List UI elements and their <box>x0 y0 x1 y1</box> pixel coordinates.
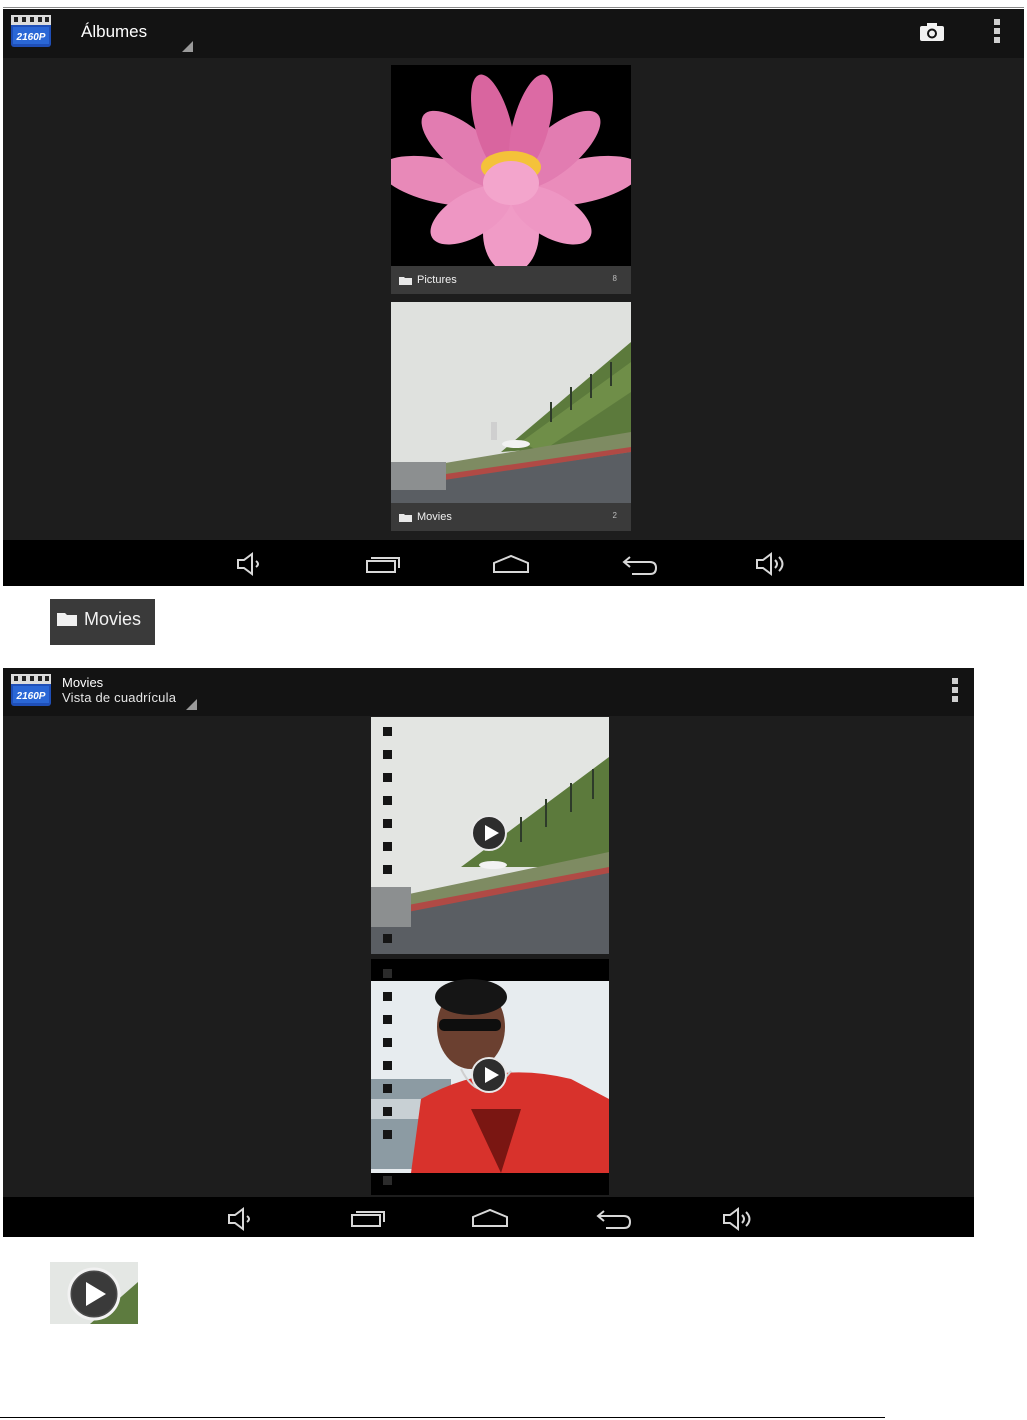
album-label-bar: Pictures 8 <box>391 266 631 294</box>
album-thumbnail <box>391 65 631 266</box>
albums-screen: 2160P Álbumes Pictures 8 Movies 2 <box>3 9 1024 586</box>
album-label-bar: Movies 2 <box>391 503 631 531</box>
system-navigation-bar <box>3 540 1024 586</box>
page-title[interactable]: Movies <box>62 675 103 690</box>
page-bottom-rule <box>0 1417 885 1418</box>
video-thumbnail-person[interactable] <box>371 959 609 1195</box>
play-icon <box>50 1262 138 1324</box>
film-hole <box>383 969 392 978</box>
film-hole <box>383 750 392 759</box>
home-icon[interactable] <box>492 554 530 574</box>
app-badge-label: 2160P <box>16 691 46 702</box>
film-hole <box>383 1061 392 1070</box>
action-bar: 2160P Álbumes <box>3 9 1024 58</box>
app-logo-icon[interactable]: 2160P <box>11 15 51 47</box>
view-mode-subtitle[interactable]: Vista de cuadrícula <box>62 690 176 705</box>
film-hole <box>383 934 392 943</box>
overflow-menu-icon[interactable] <box>993 19 1001 45</box>
album-name: Pictures <box>417 274 457 286</box>
spinner-indicator-icon[interactable] <box>186 699 197 710</box>
film-hole <box>383 1176 392 1185</box>
film-hole <box>383 842 392 851</box>
film-hole <box>383 727 392 736</box>
movies-label: Movies <box>84 609 142 629</box>
film-hole <box>383 819 392 828</box>
folder-icon <box>57 613 77 626</box>
lotus-image <box>391 65 631 266</box>
volume-down-icon[interactable] <box>227 1207 257 1231</box>
film-hole <box>383 1015 392 1024</box>
film-hole <box>383 992 392 1001</box>
home-icon[interactable] <box>471 1208 509 1228</box>
action-bar: 2160P Movies Vista de cuadrícula <box>3 668 974 716</box>
page-top-rule <box>3 7 1024 8</box>
folder-icon <box>399 514 412 522</box>
play-icon[interactable] <box>471 1057 507 1093</box>
film-hole <box>383 1084 392 1093</box>
back-icon[interactable] <box>622 554 658 576</box>
overflow-menu-icon[interactable] <box>951 678 959 704</box>
film-hole <box>383 796 392 805</box>
album-tile-pictures[interactable]: Pictures 8 <box>391 65 631 294</box>
volume-up-icon[interactable] <box>722 1207 756 1231</box>
film-hole <box>383 1038 392 1047</box>
app-badge-label: 2160P <box>16 32 46 43</box>
film-hole <box>383 773 392 782</box>
back-icon[interactable] <box>596 1208 632 1230</box>
play-icon[interactable] <box>471 815 507 851</box>
movies-screen: 2160P Movies Vista de cuadrícula <box>3 668 974 1237</box>
system-navigation-bar <box>3 1197 974 1237</box>
video-thumbnail-racetrack[interactable] <box>371 717 609 954</box>
album-count: 8 <box>612 274 617 283</box>
camera-icon[interactable] <box>919 21 945 43</box>
album-name: Movies <box>417 511 452 523</box>
spinner-indicator-icon[interactable] <box>182 41 193 52</box>
volume-up-icon[interactable] <box>755 552 789 576</box>
volume-down-icon[interactable] <box>236 552 266 576</box>
recent-apps-icon[interactable] <box>350 1208 386 1228</box>
album-tile-movies[interactable]: Movies 2 <box>391 302 631 531</box>
app-logo-icon[interactable]: 2160P <box>11 674 51 706</box>
play-button-closeup <box>50 1262 138 1324</box>
film-hole <box>383 1107 392 1116</box>
movies-label-closeup: Movies <box>50 599 155 645</box>
recent-apps-icon[interactable] <box>365 554 401 574</box>
folder-icon <box>399 277 412 285</box>
album-count: 2 <box>612 511 617 520</box>
album-thumbnail <box>391 302 631 503</box>
racetrack-image <box>391 302 631 503</box>
page-title[interactable]: Álbumes <box>81 22 147 42</box>
film-hole <box>383 865 392 874</box>
film-hole <box>383 1130 392 1139</box>
